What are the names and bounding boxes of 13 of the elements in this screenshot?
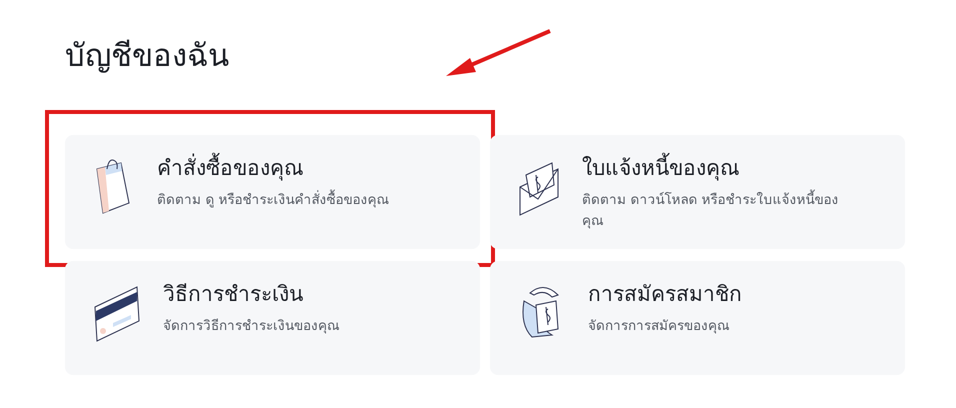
- account-card[interactable]: การสมัครสมาชิก จัดการการสมัครของคุณ: [490, 261, 905, 375]
- card-title: ใบแจ้งหนี้ของคุณ: [582, 155, 852, 182]
- card-title: การสมัครสมาชิก: [588, 281, 743, 308]
- account-card[interactable]: วิธีการชำระเงิน จัดการวิธีการชำระเงินของคุณ: [65, 261, 480, 375]
- card-description: จัดการการสมัครของคุณ: [588, 317, 731, 336]
- card-description: ติดตาม ดาวน์โหลด หรือชำระใบแจ้งหนี้ของคุณ: [582, 190, 852, 232]
- card-description: จัดการวิธีการชำระเงินของคุณ: [163, 317, 341, 336]
- page-title: บัญชีของฉัน: [65, 37, 229, 76]
- account-card[interactable]: ใบแจ้งหนี้ของคุณ ติดตาม ดาวน์โหลด หรือชำระใบแจ้งหนี้ของคุณ: [490, 135, 905, 249]
- card-title: วิธีการชำระเงิน: [163, 281, 304, 308]
- card-title: คำสั่งซื้อของคุณ: [157, 155, 427, 182]
- account-card[interactable]: คำสั่งซื้อของคุณ ติดตาม ดู หรือชำระเงินคำสั่งซื้อของคุณ: [65, 135, 480, 249]
- card-description: ติดตาม ดู หรือชำระเงินคำสั่งซื้อของคุณ: [157, 190, 427, 212]
